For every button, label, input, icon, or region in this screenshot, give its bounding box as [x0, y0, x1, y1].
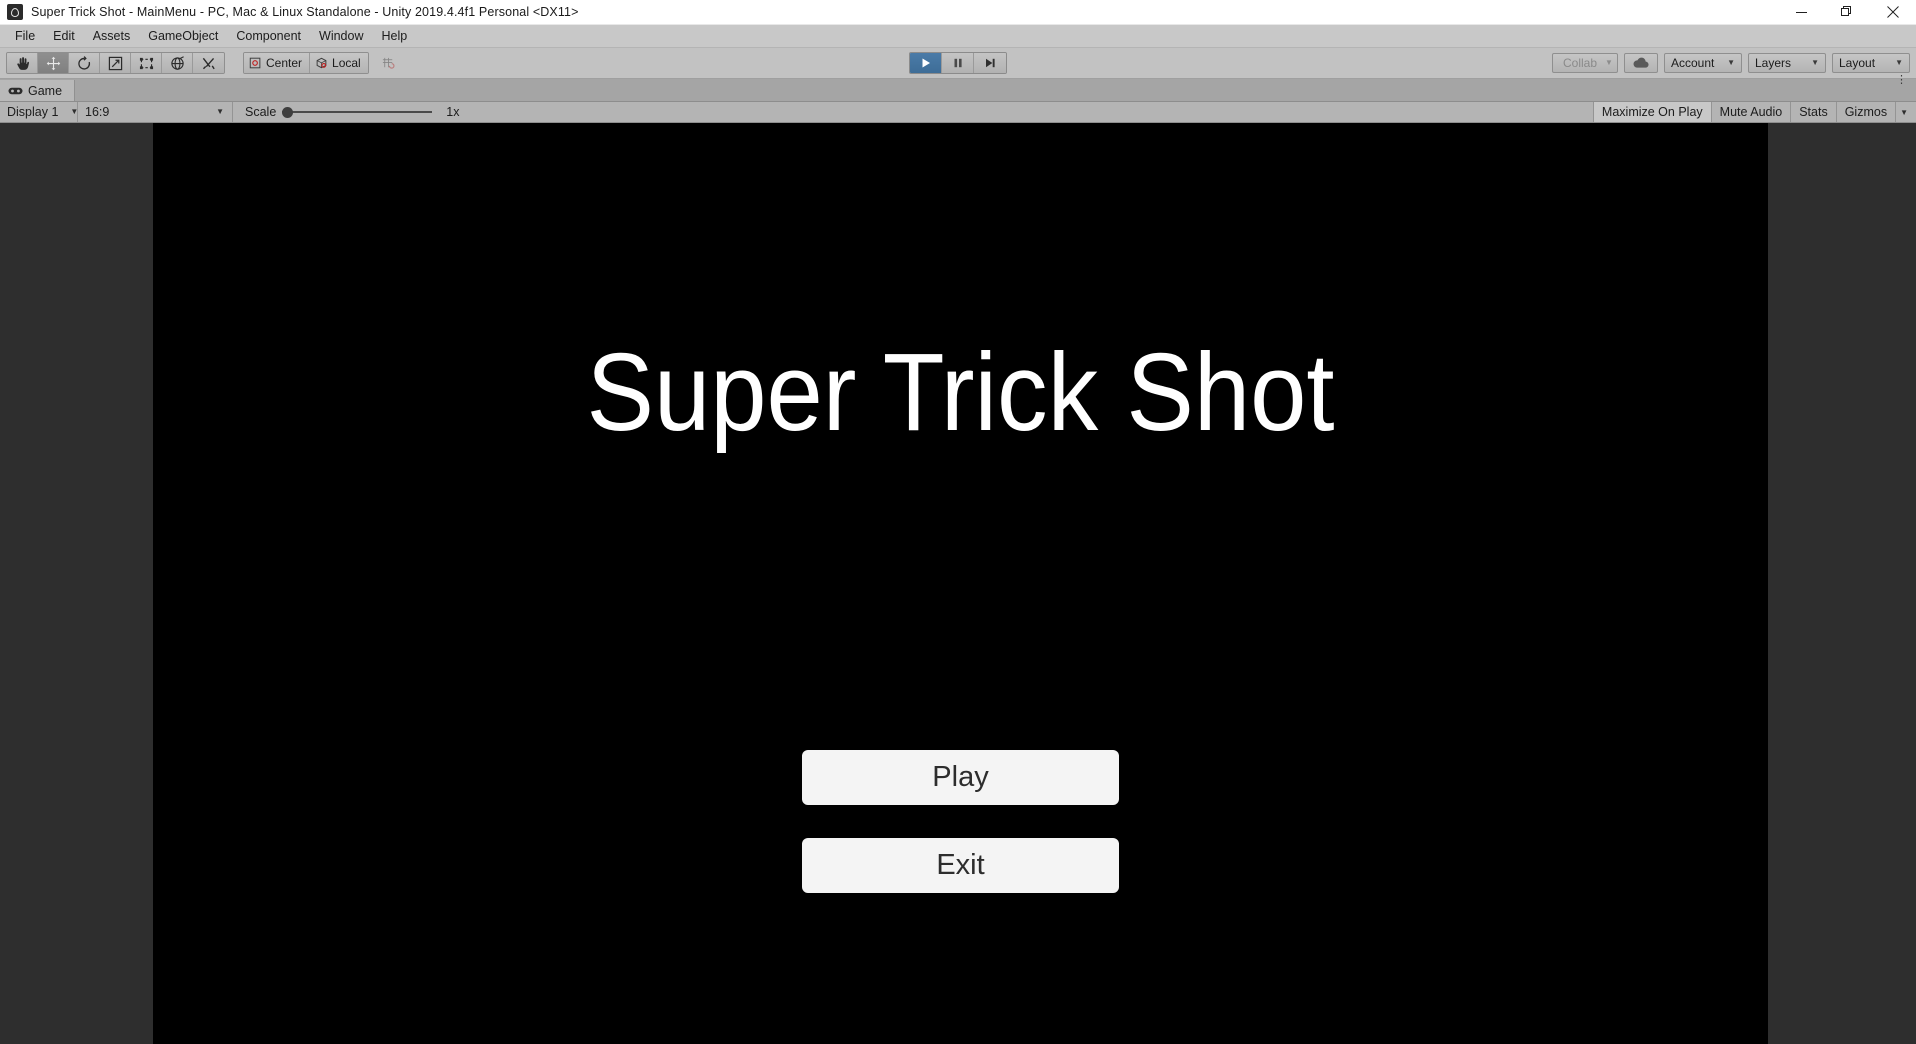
cloud-icon: [1633, 57, 1649, 68]
aspect-label: 16:9: [85, 105, 110, 119]
scale-tool[interactable]: [100, 53, 131, 73]
main-menu-buttons: Play Exit: [153, 750, 1768, 893]
pivot-center-icon: [249, 57, 261, 69]
account-caret: ▼: [1727, 58, 1735, 67]
toolbar-right-group: Collab ▼ Account ▼ Layers ▼ Layout ▼: [1552, 53, 1910, 73]
collab-caret: ▼: [1605, 58, 1613, 67]
panel-context-menu[interactable]: ⋮: [1896, 75, 1908, 86]
account-dropdown[interactable]: Account ▼: [1664, 53, 1742, 73]
gameview-toolbar: Display 1 ▼ 16:9 ▼ Scale 1x Maximize On …: [0, 102, 1916, 123]
display-label: Display 1: [7, 105, 59, 119]
aspect-ratio-dropdown[interactable]: 16:9 ▼: [78, 102, 233, 122]
scale-control: Scale 1x: [233, 105, 459, 119]
pivot-rotation-label: Local: [332, 56, 361, 70]
collab-label: Collab: [1563, 56, 1598, 70]
transform-tool[interactable]: [162, 53, 193, 73]
play-button[interactable]: Play: [802, 750, 1119, 805]
move-tool[interactable]: [38, 53, 69, 73]
game-title: Super Trick Shot: [586, 331, 1335, 454]
pivot-controls: Center Local: [243, 52, 369, 74]
playback-controls: [909, 52, 1007, 74]
pivot-mode-label: Center: [266, 56, 303, 70]
step-button[interactable]: [974, 53, 1006, 73]
window-titlebar: Super Trick Shot - MainMenu - PC, Mac & …: [0, 0, 1916, 25]
window-title: Super Trick Shot - MainMenu - PC, Mac & …: [31, 5, 579, 19]
exit-button[interactable]: Exit: [802, 838, 1119, 893]
minimize-icon[interactable]: [1778, 0, 1824, 24]
layout-caret: ▼: [1895, 58, 1903, 67]
rect-transform-tool[interactable]: [131, 53, 162, 73]
menu-edit[interactable]: Edit: [44, 27, 84, 45]
transform-tools-group: Center Local: [0, 52, 403, 74]
panel-tabbar: Game: [0, 79, 1916, 102]
restore-icon[interactable]: [1824, 0, 1870, 24]
menu-component[interactable]: Component: [227, 27, 310, 45]
pause-icon: [954, 58, 962, 68]
scale-slider-knob[interactable]: [282, 106, 294, 118]
mute-audio-toggle[interactable]: Mute Audio: [1710, 102, 1791, 122]
layers-caret: ▼: [1811, 58, 1819, 67]
play-icon: [922, 58, 930, 68]
aspect-caret: ▼: [216, 107, 224, 116]
handle-local-icon: [316, 57, 327, 69]
gameview-toolbar-right: Maximize On Play Mute Audio Stats Gizmos…: [1592, 102, 1916, 122]
pivot-rotation-button[interactable]: Local: [310, 53, 368, 73]
layers-label: Layers: [1755, 56, 1792, 70]
layout-label: Layout: [1839, 56, 1876, 70]
cloud-button[interactable]: [1624, 53, 1658, 73]
menu-window[interactable]: Window: [310, 27, 372, 45]
menu-help[interactable]: Help: [372, 27, 416, 45]
gamepad-icon: [8, 87, 23, 94]
pivot-mode-button[interactable]: Center: [244, 53, 311, 73]
menu-file[interactable]: File: [6, 27, 44, 45]
scale-value: 1x: [446, 105, 460, 119]
maximize-on-play-toggle[interactable]: Maximize On Play: [1592, 102, 1711, 122]
gameview-panel: Super Trick Shot Play Exit: [0, 123, 1916, 1044]
layers-dropdown[interactable]: Layers ▼: [1748, 53, 1826, 73]
custom-editor-tool[interactable]: [193, 53, 224, 73]
hand-tool[interactable]: [7, 53, 38, 73]
close-icon[interactable]: [1870, 0, 1916, 24]
main-toolbar: Center Local Collab ▼ Account ▼ Layers ▼…: [0, 48, 1916, 79]
menubar: File Edit Assets GameObject Component Wi…: [0, 25, 1916, 48]
display-dropdown[interactable]: Display 1 ▼: [0, 102, 78, 122]
gizmos-caret[interactable]: ▼: [1895, 102, 1916, 122]
play-button[interactable]: [910, 53, 942, 73]
grid-snap-icon[interactable]: [375, 53, 403, 73]
rotate-tool[interactable]: [69, 53, 100, 73]
pause-button[interactable]: [942, 53, 974, 73]
tab-game[interactable]: Game: [0, 80, 76, 101]
scale-slider[interactable]: [282, 105, 433, 119]
layout-dropdown[interactable]: Layout ▼: [1832, 53, 1910, 73]
tab-game-label: Game: [28, 83, 63, 98]
unity-icon: [7, 4, 23, 20]
menu-assets[interactable]: Assets: [84, 27, 140, 45]
step-icon: [986, 58, 995, 68]
scale-slider-track: [282, 111, 433, 113]
collab-button[interactable]: Collab ▼: [1552, 53, 1618, 73]
account-label: Account: [1671, 56, 1715, 70]
menu-gameobject[interactable]: GameObject: [139, 27, 227, 45]
game-render-surface[interactable]: Super Trick Shot Play Exit: [153, 123, 1768, 1044]
stats-toggle[interactable]: Stats: [1790, 102, 1836, 122]
scale-label: Scale: [245, 105, 277, 119]
gizmos-toggle[interactable]: Gizmos: [1835, 102, 1895, 122]
window-controls: [1778, 0, 1916, 24]
